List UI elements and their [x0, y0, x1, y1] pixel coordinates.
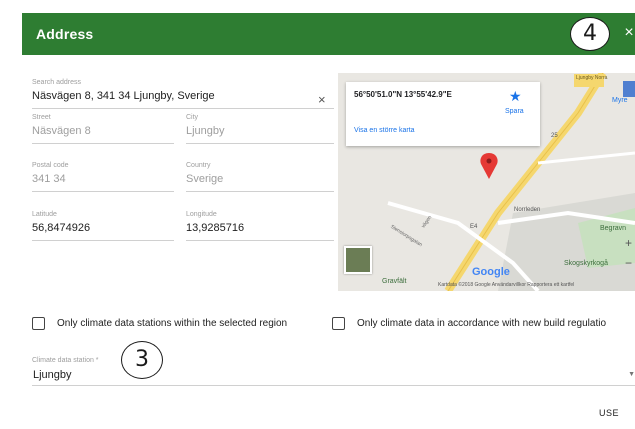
- larger-map-link[interactable]: Visa en större karta: [354, 127, 415, 134]
- search-address-input[interactable]: Näsvägen 8, 341 34 Ljungby, Sverige: [32, 90, 334, 102]
- postal-code-field[interactable]: Postal code 341 34: [32, 162, 174, 192]
- map-label-myre: Myre: [612, 97, 628, 104]
- new-build-label: Only climate data in accordance with new…: [357, 318, 607, 329]
- map-label-norrleden: Norrleden: [514, 207, 541, 213]
- postal-code-label: Postal code: [32, 162, 69, 169]
- google-logo: Google: [472, 266, 510, 278]
- close-icon[interactable]: ×: [623, 24, 635, 42]
- country-underline: [186, 191, 334, 192]
- clear-search-icon[interactable]: ×: [318, 92, 326, 107]
- postal-code-input[interactable]: 341 34: [32, 173, 174, 185]
- dropdown-arrow-icon[interactable]: ▼: [628, 371, 635, 378]
- dialog-title: Address: [36, 26, 94, 42]
- street-input[interactable]: Näsvägen 8: [32, 125, 174, 137]
- map-coords-text: 56°50'51.0"N 13°55'42.9"E: [354, 90, 452, 99]
- longitude-input[interactable]: 13,9285716: [186, 222, 334, 234]
- save-place-link[interactable]: Spara: [505, 108, 524, 115]
- map-label-ljungby-norra: Ljungby Norra: [576, 75, 608, 81]
- climate-station-label: Climate data station *: [32, 357, 99, 364]
- region-only-checkbox[interactable]: [32, 317, 45, 330]
- street-label: Street: [32, 114, 51, 121]
- map-label-skogskyrkogard: Skogskyrkogå: [564, 260, 608, 267]
- country-field[interactable]: Country Sverige: [186, 162, 334, 192]
- street-underline: [32, 143, 174, 144]
- postal-code-underline: [32, 191, 174, 192]
- map-label-route-e4: E4: [470, 224, 478, 230]
- climate-station-value[interactable]: Ljungby: [33, 369, 72, 381]
- country-input[interactable]: Sverige: [186, 173, 334, 185]
- latitude-field[interactable]: Latitude 56,8474926: [32, 211, 174, 241]
- annotation-marker-station: 3: [121, 341, 163, 379]
- longitude-underline: [186, 240, 334, 241]
- map-info-card: 56°50'51.0"N 13°55'42.9"E ★ Spara Visa e…: [346, 82, 540, 146]
- annotation-marker-close: 4: [570, 17, 610, 51]
- map-attribution[interactable]: Kartdata ©2018 Google Användarvillkor Ra…: [438, 282, 574, 288]
- latitude-label: Latitude: [32, 211, 57, 218]
- latitude-underline: [32, 240, 174, 241]
- use-button[interactable]: USE: [599, 408, 619, 418]
- map-label-gravfalt: Gravfält: [382, 278, 407, 285]
- zoom-in-button[interactable]: +: [625, 236, 632, 250]
- region-only-row[interactable]: Only climate data stations within the se…: [32, 317, 287, 330]
- region-only-label: Only climate data stations within the se…: [57, 318, 288, 329]
- city-input[interactable]: Ljungby: [186, 125, 334, 137]
- address-dialog-page: Address × 4 Search address Näsvägen 8, 3…: [0, 0, 635, 429]
- new-build-checkbox[interactable]: [332, 317, 345, 330]
- city-underline: [186, 143, 334, 144]
- latitude-input[interactable]: 56,8474926: [32, 222, 174, 234]
- search-address-field[interactable]: Search address Näsvägen 8, 341 34 Ljungb…: [32, 79, 334, 109]
- map-label-route-25: 25: [551, 133, 558, 139]
- top-strip: [0, 0, 635, 13]
- search-address-label: Search address: [32, 79, 82, 86]
- satellite-toggle-thumbnail[interactable]: [344, 246, 372, 274]
- dialog-header: Address ×: [22, 13, 635, 55]
- street-field[interactable]: Street Näsvägen 8: [32, 114, 174, 144]
- city-label: City: [186, 114, 199, 121]
- longitude-field[interactable]: Longitude 13,9285716: [186, 211, 334, 241]
- search-address-underline: [32, 108, 334, 109]
- country-label: Country: [186, 162, 211, 169]
- new-build-row[interactable]: Only climate data in accordance with new…: [332, 317, 606, 330]
- zoom-out-button[interactable]: −: [625, 256, 632, 270]
- climate-station-underline: [32, 385, 635, 386]
- street-view-person-icon[interactable]: [623, 81, 635, 97]
- longitude-label: Longitude: [186, 211, 217, 218]
- city-field[interactable]: City Ljungby: [186, 114, 334, 144]
- save-star-icon[interactable]: ★: [509, 88, 522, 105]
- map-label-begravn: Begravn: [600, 225, 627, 232]
- map-view[interactable]: 56°50'51.0"N 13°55'42.9"E ★ Spara Visa e…: [338, 73, 635, 291]
